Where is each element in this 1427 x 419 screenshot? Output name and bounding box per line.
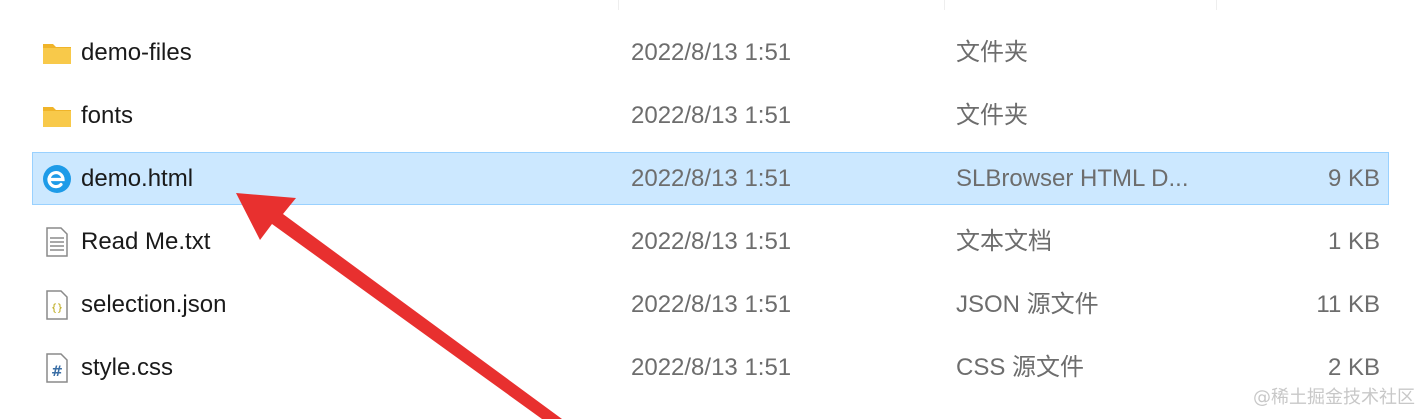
- file-name: Read Me.txt: [81, 228, 211, 255]
- file-date: 2022/8/13 1:51: [631, 354, 792, 381]
- file-name: style.css: [81, 354, 174, 381]
- text-file-icon: [41, 226, 73, 258]
- file-name: selection.json: [81, 291, 227, 318]
- folder-icon: [41, 37, 73, 69]
- file-type: JSON 源文件: [956, 291, 1099, 318]
- list-item-demo-files[interactable]: demo-files 2022/8/13 1:51 文件夹: [32, 26, 1389, 79]
- css-file-icon: #: [41, 352, 73, 384]
- file-list: demo-files 2022/8/13 1:51 文件夹 fonts 2022…: [0, 0, 1427, 419]
- json-file-icon: {}: [41, 289, 73, 321]
- file-size: 1 KB: [1327, 228, 1380, 255]
- file-explorer-view: demo-files 2022/8/13 1:51 文件夹 fonts 2022…: [0, 0, 1427, 419]
- list-item-read-me-txt[interactable]: Read Me.txt 2022/8/13 1:51 文本文档 1 KB: [32, 215, 1389, 268]
- file-size: 9 KB: [1327, 165, 1380, 192]
- file-type: 文件夹: [956, 39, 1028, 66]
- file-type: 文件夹: [956, 102, 1028, 129]
- watermark: @稀土掘金技术社区: [1253, 387, 1415, 408]
- list-item-style-css[interactable]: # style.css 2022/8/13 1:51 CSS 源文件 2 KB: [32, 341, 1389, 394]
- list-item-demo-html[interactable]: demo.html 2022/8/13 1:51 SLBrowser HTML …: [32, 152, 1389, 205]
- file-name: demo-files: [81, 39, 192, 66]
- file-date: 2022/8/13 1:51: [631, 165, 792, 192]
- list-item-selection-json[interactable]: {} selection.json 2022/8/13 1:51 JSON 源文…: [32, 278, 1389, 331]
- file-date: 2022/8/13 1:51: [631, 39, 792, 66]
- file-name: fonts: [81, 102, 134, 129]
- file-date: 2022/8/13 1:51: [631, 228, 792, 255]
- file-type: CSS 源文件: [956, 354, 1085, 381]
- file-name: demo.html: [81, 165, 194, 192]
- browser-html-icon: [41, 163, 73, 195]
- file-date: 2022/8/13 1:51: [631, 102, 792, 129]
- file-date: 2022/8/13 1:51: [631, 291, 792, 318]
- file-type: SLBrowser HTML D...: [956, 165, 1189, 192]
- file-type: 文本文档: [956, 228, 1052, 255]
- svg-text:#: #: [51, 364, 63, 380]
- list-item-fonts[interactable]: fonts 2022/8/13 1:51 文件夹: [32, 89, 1389, 142]
- folder-icon: [41, 100, 73, 132]
- file-size: 11 KB: [1316, 291, 1380, 318]
- svg-text:{}: {}: [51, 303, 63, 314]
